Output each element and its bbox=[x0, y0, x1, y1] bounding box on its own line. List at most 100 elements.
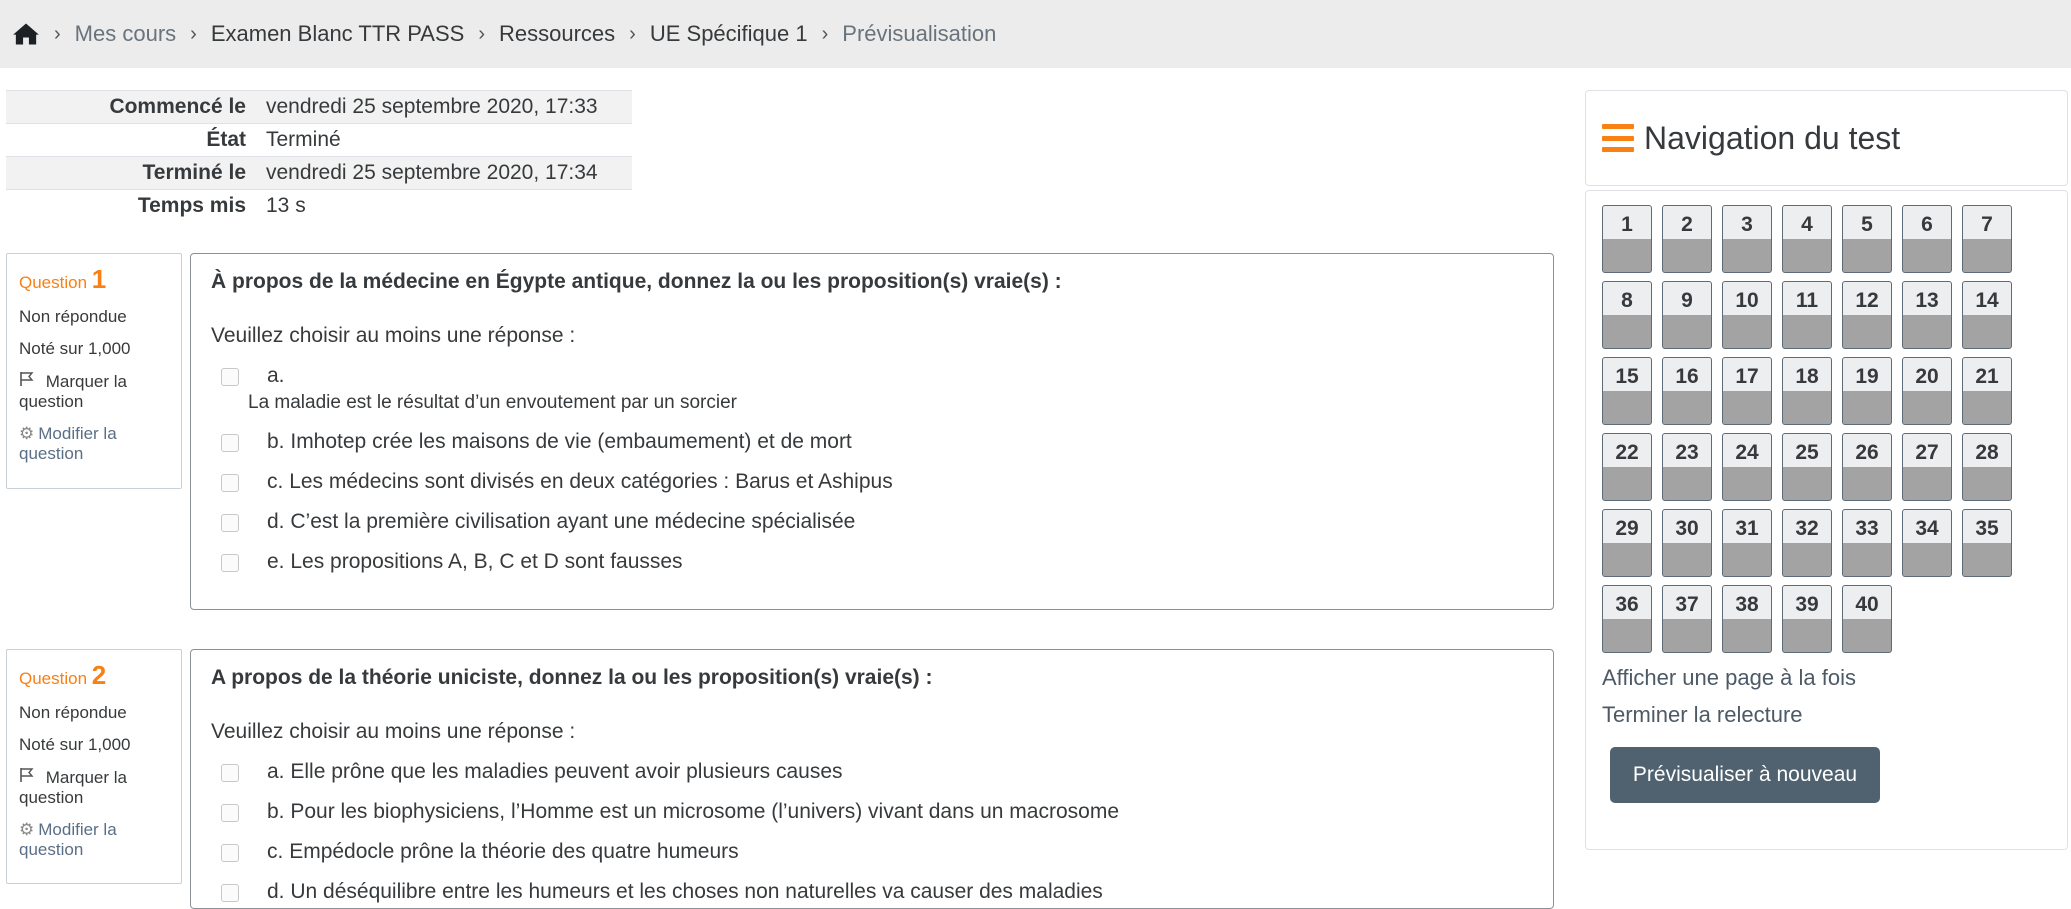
answer-text: La maladie est le résultat d’un envoutem… bbox=[248, 392, 737, 413]
breadcrumb-item-ue[interactable]: UE Spécifique 1 bbox=[650, 21, 808, 47]
chevron-right-icon: › bbox=[190, 22, 197, 45]
question-nav-button[interactable]: 34 bbox=[1902, 509, 1952, 577]
answer-letter: a. bbox=[267, 760, 285, 783]
question-nav-button[interactable]: 7 bbox=[1962, 205, 2012, 273]
answer-prompt: Veuillez choisir au moins une réponse : bbox=[211, 720, 576, 743]
answer-checkbox[interactable] bbox=[221, 554, 239, 572]
answer-checkbox[interactable] bbox=[221, 804, 239, 822]
flag-icon bbox=[19, 768, 40, 787]
summary-label: Temps mis bbox=[6, 189, 256, 223]
quiz-navigation-panel: 1 2 3 4 5 6 7 8 9 10 11 12 13 14 15 16 17 18 19 20 21 22 23 24 2… bbox=[1585, 190, 2068, 850]
question-nav-button[interactable]: 1 bbox=[1602, 205, 1652, 273]
question-status: Non répondue bbox=[19, 307, 127, 326]
answer-checkbox[interactable] bbox=[221, 474, 239, 492]
question-nav-button[interactable]: 32 bbox=[1782, 509, 1832, 577]
breadcrumb-item-mes-cours[interactable]: Mes cours bbox=[75, 21, 176, 47]
question-nav-button[interactable]: 19 bbox=[1842, 357, 1892, 425]
answer-checkbox[interactable] bbox=[221, 884, 239, 902]
answer-checkbox[interactable] bbox=[221, 844, 239, 862]
edit-question-link[interactable]: ⚙ Modifier la question bbox=[19, 424, 169, 464]
summary-row: État Terminé bbox=[6, 123, 632, 157]
question-nav-button[interactable]: 28 bbox=[1962, 433, 2012, 501]
answer-option-b: b. Imhotep crée les maisons de vie (emba… bbox=[211, 430, 1533, 454]
chevron-right-icon: › bbox=[478, 22, 486, 45]
question-nav-button[interactable]: 10 bbox=[1722, 281, 1772, 349]
question-nav-button[interactable]: 23 bbox=[1662, 433, 1712, 501]
question-nav-button[interactable]: 17 bbox=[1722, 357, 1772, 425]
question-nav-button[interactable]: 38 bbox=[1722, 585, 1772, 653]
question-nav-button[interactable]: 39 bbox=[1782, 585, 1832, 653]
answer-letter: e. bbox=[267, 550, 285, 573]
answer-option-d: d. C’est la première civilisation ayant … bbox=[211, 510, 1533, 534]
question-grade: Noté sur 1,000 bbox=[19, 735, 131, 754]
question-content-1: À propos de la médecine en Égypte antiqu… bbox=[190, 253, 1554, 610]
question-nav-button[interactable]: 31 bbox=[1722, 509, 1772, 577]
question-nav-button[interactable]: 4 bbox=[1782, 205, 1832, 273]
answer-option-b: b. Pour les biophysiciens, l’Homme est u… bbox=[211, 800, 1533, 824]
question-label: Question bbox=[19, 669, 88, 688]
question-nav-button[interactable]: 14 bbox=[1962, 281, 2012, 349]
question-nav-button[interactable]: 8 bbox=[1602, 281, 1652, 349]
question-number-grid: 1 2 3 4 5 6 7 8 9 10 11 12 13 14 15 16 17 18 19 20 21 22 23 24 2… bbox=[1602, 205, 2012, 653]
question-nav-button[interactable]: 37 bbox=[1662, 585, 1712, 653]
summary-row: Commencé le vendredi 25 septembre 2020, … bbox=[6, 90, 632, 124]
question-status: Non répondue bbox=[19, 703, 127, 722]
question-nav-button[interactable]: 12 bbox=[1842, 281, 1892, 349]
question-nav-button[interactable]: 27 bbox=[1902, 433, 1952, 501]
question-nav-button[interactable]: 2 bbox=[1662, 205, 1712, 273]
flag-icon bbox=[19, 372, 40, 391]
summary-row: Temps mis 13 s bbox=[6, 189, 632, 223]
question-nav-button[interactable]: 9 bbox=[1662, 281, 1712, 349]
answer-letter: d. bbox=[267, 880, 285, 903]
show-one-page-link[interactable]: Afficher une page à la fois bbox=[1602, 665, 1856, 691]
question-nav-button[interactable]: 6 bbox=[1902, 205, 1952, 273]
preview-again-button[interactable]: Prévisualiser à nouveau bbox=[1610, 747, 1880, 803]
question-number: Question 2 bbox=[19, 660, 169, 691]
answer-text: Les médecins sont divisés en deux catégo… bbox=[289, 470, 893, 493]
answer-letter: b. bbox=[267, 430, 285, 453]
question-nav-button[interactable]: 20 bbox=[1902, 357, 1952, 425]
answer-checkbox[interactable] bbox=[221, 434, 239, 452]
question-nav-button[interactable]: 22 bbox=[1602, 433, 1652, 501]
answer-checkbox[interactable] bbox=[221, 764, 239, 782]
question-nav-button[interactable]: 25 bbox=[1782, 433, 1832, 501]
summary-value: vendredi 25 septembre 2020, 17:33 bbox=[256, 90, 632, 124]
breadcrumb-item-course[interactable]: Examen Blanc TTR PASS bbox=[211, 21, 465, 47]
flag-question-button[interactable]: Marquer la question bbox=[19, 371, 169, 412]
chevron-right-icon: › bbox=[54, 22, 61, 45]
question-nav-button[interactable]: 29 bbox=[1602, 509, 1652, 577]
question-label: Question bbox=[19, 273, 88, 292]
question-nav-button[interactable]: 18 bbox=[1782, 357, 1832, 425]
answer-checkbox[interactable] bbox=[221, 514, 239, 532]
question-text: A propos de la théorie uniciste, donnez … bbox=[211, 666, 933, 689]
question-nav-button[interactable]: 33 bbox=[1842, 509, 1892, 577]
breadcrumb-item-ressources[interactable]: Ressources bbox=[499, 21, 615, 47]
question-nav-button[interactable]: 15 bbox=[1602, 357, 1652, 425]
question-nav-button[interactable]: 36 bbox=[1602, 585, 1652, 653]
chevron-right-icon: › bbox=[821, 22, 829, 45]
edit-question-link[interactable]: ⚙ Modifier la question bbox=[19, 820, 169, 860]
question-nav-button[interactable]: 35 bbox=[1962, 509, 2012, 577]
question-nav-button[interactable]: 13 bbox=[1902, 281, 1952, 349]
quiz-navigation-header: Navigation du test bbox=[1585, 90, 2068, 186]
flag-question-button[interactable]: Marquer la question bbox=[19, 767, 169, 808]
hamburger-menu-icon[interactable] bbox=[1602, 124, 1634, 152]
gear-icon: ⚙ bbox=[19, 820, 35, 839]
question-nav-button[interactable]: 5 bbox=[1842, 205, 1892, 273]
question-nav-button[interactable]: 3 bbox=[1722, 205, 1772, 273]
question-nav-button[interactable]: 40 bbox=[1842, 585, 1892, 653]
gear-icon: ⚙ bbox=[19, 424, 35, 443]
question-nav-button[interactable]: 26 bbox=[1842, 433, 1892, 501]
question-nav-button[interactable]: 21 bbox=[1962, 357, 2012, 425]
answer-text: Imhotep crée les maisons de vie (embaume… bbox=[290, 430, 852, 453]
question-nav-button[interactable]: 16 bbox=[1662, 357, 1712, 425]
question-number-value: 2 bbox=[91, 660, 107, 690]
answer-checkbox[interactable] bbox=[221, 368, 239, 386]
question-nav-button[interactable]: 11 bbox=[1782, 281, 1832, 349]
question-nav-button[interactable]: 24 bbox=[1722, 433, 1772, 501]
home-icon[interactable] bbox=[12, 20, 40, 48]
summary-value: Terminé bbox=[256, 123, 632, 157]
answer-option-d: d. Un déséquilibre entre les humeurs et … bbox=[211, 880, 1533, 904]
finish-review-link[interactable]: Terminer la relecture bbox=[1602, 702, 1803, 728]
question-nav-button[interactable]: 30 bbox=[1662, 509, 1712, 577]
